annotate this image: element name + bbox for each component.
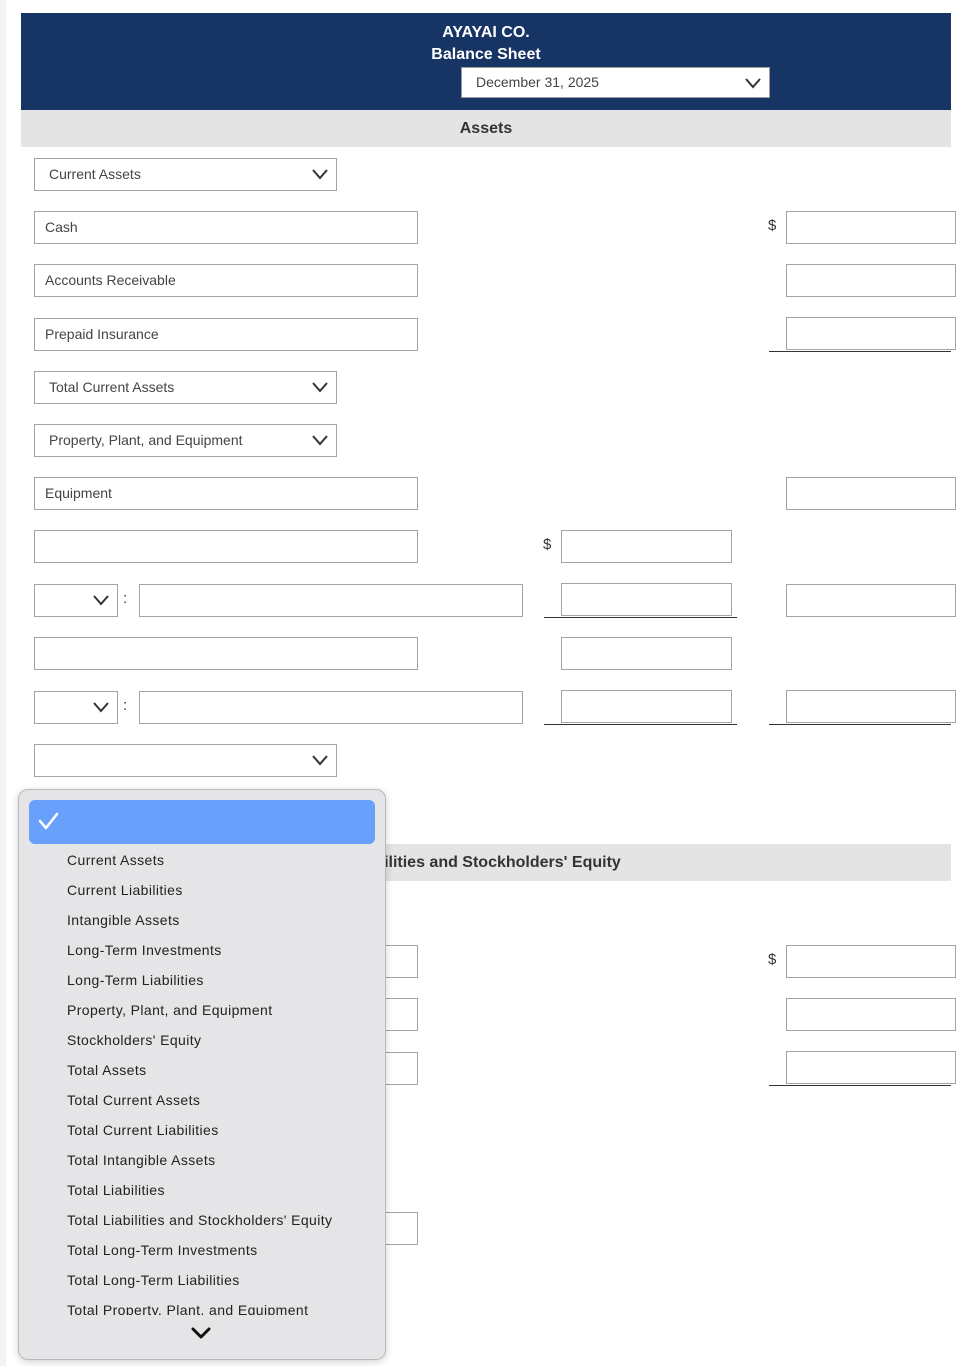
date-select-value: December 31, 2025 bbox=[476, 74, 599, 90]
dollar-sign: $ bbox=[768, 951, 777, 968]
balance-sheet-header: AYAYAI CO. Balance Sheet December 31, 20… bbox=[21, 13, 951, 110]
colon-separator: : bbox=[123, 697, 128, 714]
dropdown-option[interactable]: Total Property, Plant, and Equipment bbox=[67, 1302, 308, 1315]
dropdown-option[interactable]: Total Long-Term Investments bbox=[67, 1242, 258, 1258]
equipment-total-amount-input[interactable] bbox=[786, 477, 956, 510]
dropdown-option-blank-selected[interactable] bbox=[29, 800, 375, 844]
current-assets-select[interactable]: Current Assets bbox=[34, 158, 337, 191]
subtotal-underline bbox=[544, 724, 737, 725]
current-assets-select-value: Current Assets bbox=[49, 166, 141, 182]
chevron-down-icon bbox=[312, 755, 328, 766]
chevron-down-icon bbox=[312, 382, 328, 393]
page-left-edge bbox=[0, 0, 6, 1366]
subtotal-underline bbox=[769, 351, 951, 352]
subtotal-underline bbox=[544, 617, 737, 618]
chevron-down-icon bbox=[312, 169, 328, 180]
total-current-assets-select-value: Total Current Assets bbox=[49, 379, 175, 395]
amount-input[interactable] bbox=[561, 530, 732, 563]
date-select[interactable]: December 31, 2025 bbox=[461, 67, 770, 98]
dropdown-option[interactable]: Total Liabilities and Stockholders' Equi… bbox=[67, 1212, 332, 1228]
dropdown-option[interactable]: Property, Plant, and Equipment bbox=[67, 1002, 273, 1018]
dropdown-option[interactable]: Total Intangible Assets bbox=[67, 1152, 216, 1168]
liability-amount-input[interactable] bbox=[786, 945, 956, 978]
dropdown-option[interactable]: Intangible Assets bbox=[67, 912, 180, 928]
liability-amount-input[interactable] bbox=[786, 1051, 956, 1084]
company-name: AYAYAI CO. bbox=[442, 24, 530, 41]
dropdown-option[interactable]: Long-Term Investments bbox=[67, 942, 222, 958]
cash-amount-input[interactable] bbox=[786, 211, 956, 244]
account-name-input[interactable] bbox=[139, 584, 523, 617]
dropdown-option[interactable]: Current Liabilities bbox=[67, 882, 183, 898]
total-current-assets-select[interactable]: Total Current Assets bbox=[34, 371, 337, 404]
dropdown-option[interactable]: Total Liabilities bbox=[67, 1182, 165, 1198]
accounts-receivable-amount-input[interactable] bbox=[786, 264, 956, 297]
dropdown-option[interactable]: Long-Term Liabilities bbox=[67, 972, 204, 988]
chevron-down-icon bbox=[93, 595, 109, 606]
operator-select[interactable] bbox=[34, 584, 118, 617]
amount-input[interactable] bbox=[561, 637, 732, 670]
ppe-select[interactable]: Property, Plant, and Equipment bbox=[34, 424, 337, 457]
chevron-down-icon bbox=[745, 78, 761, 89]
dropdown-option[interactable]: Total Assets bbox=[67, 1062, 147, 1078]
dropdown-option[interactable]: Total Long-Term Liabilities bbox=[67, 1272, 240, 1288]
assets-section-heading: Assets bbox=[21, 110, 951, 147]
dollar-sign: $ bbox=[543, 536, 552, 553]
dropdown-option[interactable]: Stockholders' Equity bbox=[67, 1032, 201, 1048]
dropdown-option[interactable]: Current Assets bbox=[67, 852, 164, 868]
chevron-down-icon bbox=[93, 702, 109, 713]
subtotal-underline bbox=[769, 1085, 951, 1086]
liability-amount-input[interactable] bbox=[786, 998, 956, 1031]
ppe-select-value: Property, Plant, and Equipment bbox=[49, 432, 243, 448]
chevron-down-icon bbox=[312, 435, 328, 446]
prepaid-insurance-amount-input[interactable] bbox=[786, 317, 956, 350]
checkmark-icon bbox=[38, 812, 59, 830]
colon-separator: : bbox=[123, 590, 128, 607]
account-name-input[interactable] bbox=[34, 530, 418, 563]
section-heading-dropdown-menu[interactable]: Current Assets Current Liabilities Intan… bbox=[18, 789, 386, 1360]
account-name-input[interactable] bbox=[139, 691, 523, 724]
operator-select[interactable] bbox=[34, 691, 118, 724]
subtotal-underline bbox=[769, 724, 951, 725]
equipment-input[interactable]: Equipment bbox=[34, 477, 418, 510]
accounts-receivable-input[interactable]: Accounts Receivable bbox=[34, 264, 418, 297]
total-amount-input[interactable] bbox=[786, 584, 956, 617]
amount-input[interactable] bbox=[561, 690, 732, 723]
scroll-down-chevron-icon[interactable] bbox=[189, 1325, 213, 1341]
prepaid-insurance-input[interactable]: Prepaid Insurance bbox=[34, 318, 418, 351]
cash-account-input[interactable]: Cash bbox=[34, 211, 418, 244]
amount-input[interactable] bbox=[561, 583, 732, 616]
dropdown-option[interactable]: Total Current Assets bbox=[67, 1092, 200, 1108]
dollar-sign: $ bbox=[768, 217, 777, 234]
account-name-input[interactable] bbox=[34, 637, 418, 670]
section-heading-select[interactable] bbox=[34, 744, 337, 777]
statement-title: Balance Sheet bbox=[431, 46, 541, 63]
total-amount-input[interactable] bbox=[786, 690, 956, 723]
dropdown-option[interactable]: Total Current Liabilities bbox=[67, 1122, 219, 1138]
